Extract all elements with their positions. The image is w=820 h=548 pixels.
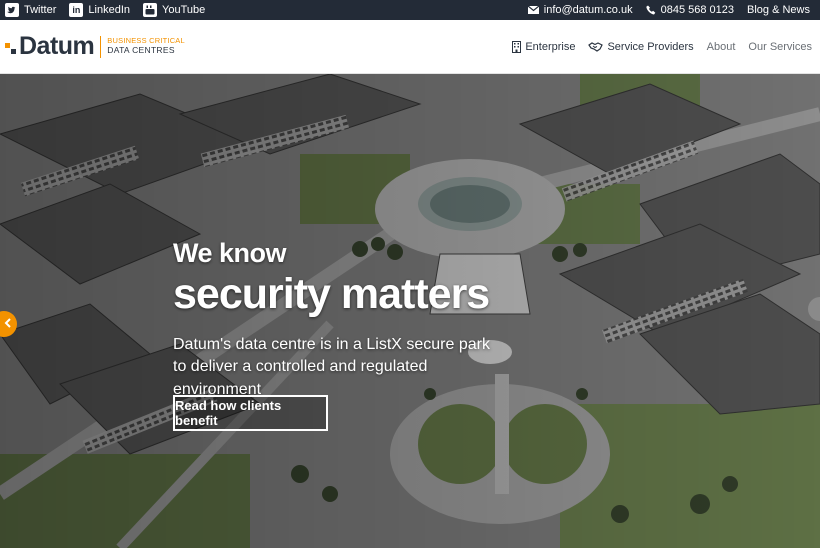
blog-news-link[interactable]: Blog & News [747, 4, 810, 16]
logo-wordmark: Datum [19, 32, 95, 60]
youtube-icon [143, 3, 157, 17]
youtube-link[interactable]: YouTube [143, 3, 205, 17]
email-text: info@datum.co.uk [543, 4, 633, 16]
phone-link[interactable]: 0845 568 0123 [645, 4, 735, 16]
handshake-icon [588, 41, 604, 52]
chevron-left-icon [4, 315, 12, 333]
nav-item-our-services[interactable]: Our Services [748, 41, 812, 53]
hero-title: security matters [173, 270, 490, 318]
building-icon [512, 40, 522, 53]
phone-text: 0845 568 0123 [660, 4, 735, 16]
linkedin-icon: in [69, 3, 84, 17]
social-links: Twitter in LinkedIn YouTube [5, 3, 218, 17]
logo-divider [100, 35, 102, 58]
hero-subtitle: We know [173, 238, 287, 268]
twitter-link[interactable]: Twitter [5, 3, 56, 17]
main-nav: Enterprise Service Providers About Our S… [499, 40, 812, 53]
nav-enterprise-label: Enterprise [525, 40, 576, 53]
twitter-label: Twitter [24, 4, 57, 16]
hero-text-block: We know security matters Datum's data ce… [173, 240, 493, 401]
read-clients-benefit-button[interactable]: Read how clients benefit [173, 395, 328, 431]
nav-item-service-providers[interactable]: Service Providers [588, 40, 694, 53]
hero-banner: We know security matters Datum's data ce… [0, 74, 820, 548]
linkedin-label: LinkedIn [88, 4, 130, 16]
datum-logo[interactable]: Datum BUSINESS CRITICAL DATA CENTRES [5, 32, 185, 61]
nav-item-enterprise[interactable]: Enterprise [512, 40, 576, 53]
envelope-icon [527, 6, 539, 14]
nav-item-about[interactable]: About [707, 41, 736, 53]
top-utility-bar: Twitter in LinkedIn YouTube info@datum.c… [0, 0, 820, 20]
contact-links: info@datum.co.uk 0845 568 0123 Blog & Ne… [515, 4, 810, 16]
email-link[interactable]: info@datum.co.uk [527, 4, 633, 16]
site-header: Datum BUSINESS CRITICAL DATA CENTRES Ent… [0, 20, 820, 74]
twitter-icon [5, 3, 19, 17]
logo-tagline-bottom: DATA CENTRES [107, 44, 175, 55]
linkedin-link[interactable]: in LinkedIn [69, 3, 130, 17]
logo-mark-icon [5, 37, 17, 57]
nav-service-providers-label: Service Providers [607, 40, 694, 53]
phone-icon [645, 5, 656, 15]
youtube-label: YouTube [162, 4, 206, 16]
logo-tagline: BUSINESS CRITICAL DATA CENTRES [107, 37, 185, 55]
hero-body-text: Datum's data centre is in a ListX secure… [173, 336, 490, 398]
